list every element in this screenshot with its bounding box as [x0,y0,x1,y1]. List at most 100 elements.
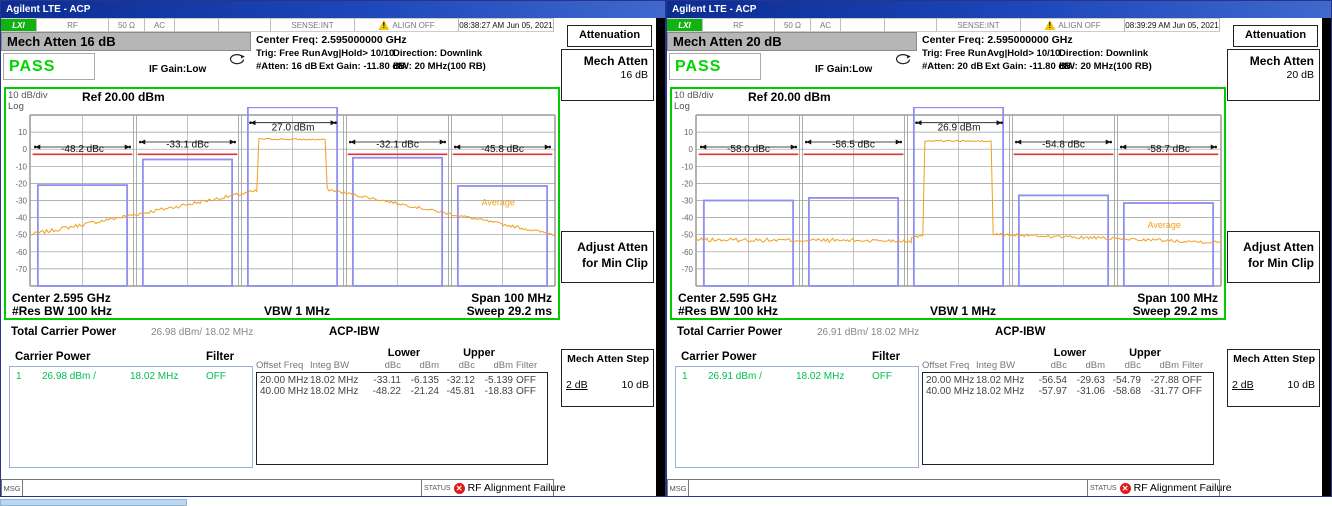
window-fragment [0,499,187,506]
offset-cell: 20.00 MHz [256,373,310,386]
msg-label: MSG [667,479,689,497]
status-impedance: 50 Ω [109,18,145,32]
col-header: Filter [1182,360,1210,373]
avg-hold-info: Avg|Hold> 10/10 [321,48,394,59]
carrier-power-value: 26.98 dBm / [42,371,130,382]
softkey-mech-atten-step[interactable]: Mech Atten Step 2 dB 10 dB [561,349,654,407]
step-option-2db[interactable]: 2 dB [1232,379,1254,391]
col-header: dBm [478,360,516,373]
status-coupling: AC [811,18,841,32]
svg-text:-58.7 dBc: -58.7 dBc [1147,144,1190,155]
status-coupling: AC [145,18,175,32]
window-titlebar[interactable]: Agilent LTE - ACP [667,1,1331,18]
step-option-10db[interactable]: 10 dB [1288,379,1315,391]
mech-atten-step-label: Mech Atten Step [1232,353,1315,365]
offset-cell: -6.135 [404,373,442,386]
col-header: dBc [1108,360,1144,373]
scale-per-div-label: 10 dB/div [8,90,48,101]
softkey-mech-atten[interactable]: Mech Atten 16 dB [561,49,654,101]
col-header: dBc [442,360,478,373]
step-option-2db[interactable]: 2 dB [566,379,588,391]
carrier-filter-header: Filter [206,351,234,363]
svg-text:-70: -70 [15,265,27,274]
carrier-bw-value: 18.02 MHz [796,371,872,382]
offset-cell: 18.02 MHz [976,386,1032,399]
carrier-filter-value: OFF [872,371,908,382]
svg-text:27.0 dBm: 27.0 dBm [272,123,315,134]
offset-cell: -56.54 [1032,373,1070,386]
svg-text:-54.8 dBc: -54.8 dBc [1042,140,1085,151]
svg-text:-56.5 dBc: -56.5 dBc [832,140,875,151]
offset-cell: -29.63 [1070,373,1108,386]
svg-text:-10: -10 [681,162,693,171]
svg-text:-32.1 dBc: -32.1 dBc [376,140,419,151]
direction-info: Direction: Downlink [393,48,482,59]
total-carrier-power-label: Total Carrier Power [677,326,782,338]
offset-cell: -21.24 [404,386,442,399]
carrier-bw-value: 18.02 MHz [130,371,206,382]
offset-cell: -54.79 [1108,373,1144,386]
carrier-power-header: Carrier Power [15,351,90,363]
offset-cell: -31.77 [1144,386,1182,399]
step-option-10db[interactable]: 10 dB [622,379,649,391]
softkey-mech-atten[interactable]: Mech Atten 20 dB [1227,49,1320,101]
msg-content [689,479,1088,497]
continuous-sweep-icon [893,53,913,66]
softkey-mech-atten-step[interactable]: Mech Atten Step 2 dB 10 dB [1227,349,1320,407]
softkey-adjust-atten[interactable]: Adjust Atten for Min Clip [1227,231,1320,283]
center-freq-info: Center Freq: 2.595000000 GHz [922,34,1073,46]
svg-text:-30: -30 [681,197,693,206]
analyzer-screen-0: Agilent LTE - ACP LXI RF 50 Ω AC SENSE:I… [0,0,666,497]
status-sense: SENSE:INT [937,18,1021,32]
svg-text:-10: -10 [15,162,27,171]
offset-cell: -58.68 [1108,386,1144,399]
adjust-atten-line1: Adjust Atten [1243,240,1314,254]
trigger-info: Trig: Free Run [922,48,986,59]
offset-cell: OFF [1182,386,1210,399]
carrier-row: 1 26.98 dBm / 18.02 MHz OFF [16,371,246,382]
svg-text:-45.8 dBc: -45.8 dBc [481,144,524,155]
col-header: Offset Freq [256,360,310,373]
offset-cell: -48.22 [366,386,404,399]
measurement-title-bar: Mech Atten 16 dB [1,32,251,51]
center-freq-info: Center Freq: 2.595000000 GHz [256,34,407,46]
svg-text:-40: -40 [15,214,27,223]
offset-cell: 20.00 MHz [922,373,976,386]
status-datetime: 08:39:29 AM Jun 05, 2021 [1125,18,1220,32]
error-icon [1120,483,1131,494]
direction-info: Direction: Downlink [1059,48,1148,59]
mech-atten-step-options: 2 dB 10 dB [1232,379,1315,391]
if-gain-label: IF Gain:Low [815,64,872,75]
measurement-title-bar: Mech Atten 20 dB [667,32,917,51]
msg-content [23,479,422,497]
adjust-atten-line1: Adjust Atten [577,240,648,254]
msg-label: MSG [1,479,23,497]
bezel-strip [1322,18,1332,497]
carrier-table: 1 26.91 dBm / 18.02 MHz OFF [675,366,919,468]
window-title: Agilent LTE - ACP [672,4,756,15]
carrier-power-header: Carrier Power [681,351,756,363]
svg-text:-20: -20 [681,179,693,188]
trigger-info: Trig: Free Run [256,48,320,59]
status-label: STATUS [1090,485,1117,492]
offset-cell: -45.81 [442,386,478,399]
svg-text:-20: -20 [15,179,27,188]
continuous-sweep-icon [227,53,247,66]
lxi-indicator: LXI [667,18,703,32]
svg-text:10: 10 [18,128,27,137]
bw-info: BW: 20 MHz(100 RB) [393,61,486,72]
softkey-adjust-atten[interactable]: Adjust Atten for Min Clip [561,231,654,283]
carrier-filter-value: OFF [206,371,242,382]
svg-text:-70: -70 [681,265,693,274]
atten-info: #Atten: 16 dB [256,61,317,72]
mech-atten-label: Mech Atten [1233,54,1314,68]
offset-cell: OFF [516,373,544,386]
status-message: RF Alignment Failure [468,482,566,494]
total-carrier-power-label: Total Carrier Power [11,326,116,338]
window-titlebar[interactable]: Agilent LTE - ACP [1,1,665,18]
status-datetime: 08:38:27 AM Jun 05, 2021 [459,18,554,32]
col-header: Integ BW [310,360,366,373]
svg-text:-60: -60 [681,248,693,257]
upper-group-header: Upper [1108,347,1182,360]
freq-row: Center 2.595 GHz Span 100 MHz [6,291,558,304]
